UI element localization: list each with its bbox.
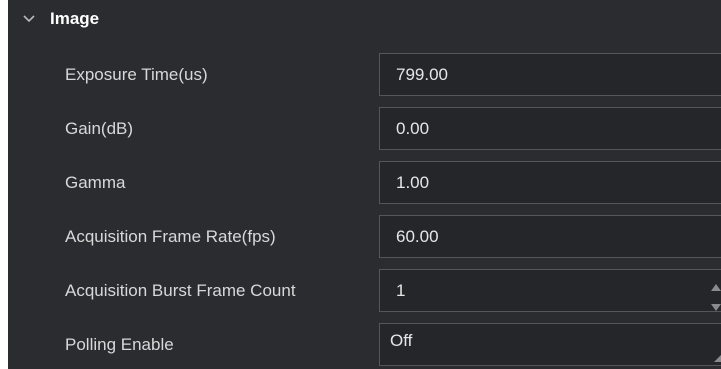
param-label: Exposure Time(us) (65, 65, 208, 84)
polling-enable-select[interactable]: Off (379, 323, 721, 366)
properties-panel: Image Exposure Time(us) 799.00 Gain(dB) … (8, 0, 721, 369)
param-row-exposure-time: Exposure Time(us) 799.00 (8, 48, 721, 102)
param-label: Gain(dB) (65, 119, 134, 138)
gamma-input[interactable]: 1.00 (379, 161, 721, 204)
exposure-time-input[interactable]: 799.00 (379, 53, 721, 96)
param-row-gain: Gain(dB) 0.00 (8, 102, 721, 156)
param-row-polling-enable: Polling Enable Off (8, 318, 721, 369)
section-title: Image (50, 9, 100, 28)
param-row-gamma: Gamma 1.00 (8, 156, 721, 210)
gain-input[interactable]: 0.00 (379, 107, 721, 150)
select-value: Off (390, 331, 413, 350)
dropdown-corner-icon (714, 355, 721, 362)
spinbox-value: 1 (396, 280, 406, 300)
burst-frame-count-spinbox[interactable]: 1 (379, 269, 721, 312)
section-header-image[interactable]: Image (8, 0, 721, 38)
spinbox-stepper[interactable] (710, 276, 721, 311)
acquisition-frame-rate-input[interactable]: 60.00 (379, 215, 721, 258)
param-label: Acquisition Frame Rate(fps) (65, 227, 276, 246)
arrow-down-icon[interactable] (711, 296, 721, 316)
param-row-burst-frame-count: Acquisition Burst Frame Count 1 (8, 264, 721, 318)
param-label: Polling Enable (65, 335, 174, 354)
arrow-up-icon[interactable] (711, 276, 721, 296)
chevron-down-icon[interactable] (22, 12, 36, 26)
param-label: Acquisition Burst Frame Count (65, 281, 296, 300)
param-label: Gamma (65, 173, 126, 192)
param-row-acquisition-frame-rate: Acquisition Frame Rate(fps) 60.00 (8, 210, 721, 264)
